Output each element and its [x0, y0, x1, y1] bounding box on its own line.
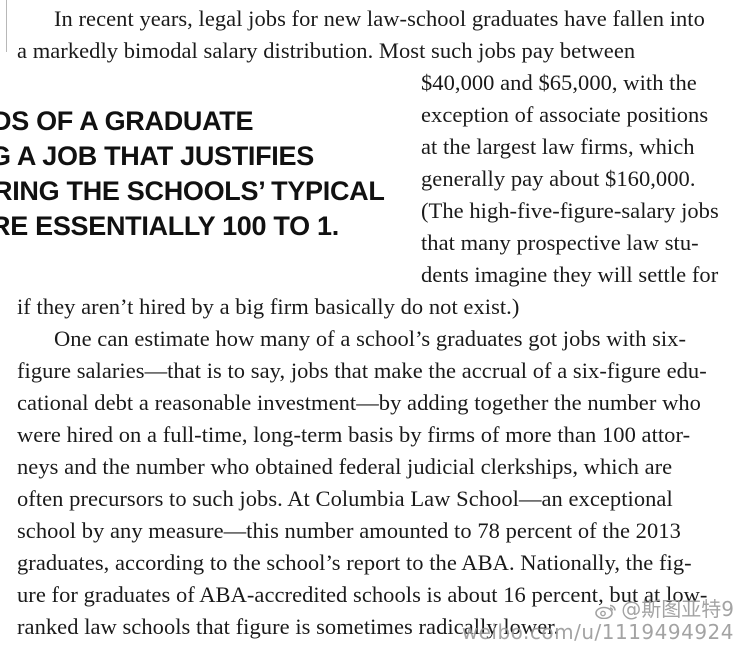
article-page: In recent years, legal jobs for new law-… [0, 0, 740, 649]
pull-quote: DS OF A GRADUATE G A JOB THAT JUSTIFIES … [0, 104, 405, 244]
article-line: neys and the number who obtained federal… [17, 454, 673, 479]
article-line: that many prospective law stu- [421, 230, 699, 255]
article-line: graduates, according to the school’s rep… [17, 550, 692, 575]
article-line: a markedly bimodal salary distribution. … [17, 38, 636, 63]
article-line: exception of associate positions [421, 102, 709, 127]
article-line: (The high-five-figure-salary jobs [421, 198, 719, 223]
pull-quote-line: G A JOB THAT JUSTIFIES [0, 141, 314, 171]
article-line: at the largest law firms, which [421, 134, 695, 159]
article-line: figure salaries—that is to say, jobs tha… [17, 358, 707, 383]
pull-quote-line: RE ESSENTIALLY 100 TO 1. [0, 211, 339, 241]
weibo-watermark: @斯图亚特9 weibo.com/u/1119494924 [462, 597, 734, 643]
article-line: if they aren’t hired by a big firm basic… [17, 294, 520, 319]
article-line: were hired on a full-time, long-term bas… [17, 422, 691, 447]
article-line: school by any measure—this number amount… [17, 518, 681, 543]
article-line: generally pay about $160,000. [421, 166, 696, 191]
pull-quote-line: RING THE SCHOOLS’ TYPICAL [0, 176, 385, 206]
article-line: often precursors to such jobs. At Columb… [17, 486, 673, 511]
weibo-logo-icon [595, 604, 617, 619]
pull-quote-line: DS OF A GRADUATE [0, 106, 254, 136]
margin-rule [6, 0, 7, 52]
article-line: In recent years, legal jobs for new law-… [54, 6, 705, 31]
article-line: One can estimate how many of a school’s … [54, 326, 687, 351]
article-line: $40,000 and $65,000, with the [421, 70, 697, 95]
watermark-handle: @斯图亚特9 [621, 597, 734, 621]
article-line: cational debt a reasonable investment—by… [17, 390, 701, 415]
article-line: dents imagine they will settle for [421, 262, 719, 287]
watermark-url: weibo.com/u/1119494924 [461, 620, 734, 644]
